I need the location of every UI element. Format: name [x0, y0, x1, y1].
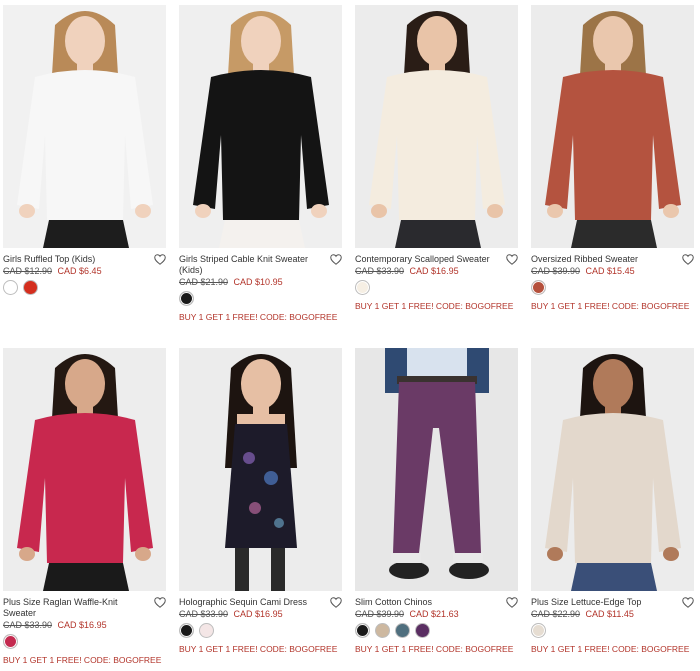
- color-swatches: [531, 623, 694, 638]
- original-price: CAD $39.90: [355, 609, 405, 619]
- heart-icon[interactable]: [506, 254, 518, 265]
- color-swatch[interactable]: [531, 280, 546, 295]
- product-card[interactable]: Plus Size Lettuce-Edge Top CAD $22.90 CA…: [531, 348, 694, 654]
- product-price: CAD $33.90 CAD $16.95: [179, 609, 342, 620]
- color-swatch[interactable]: [3, 280, 18, 295]
- sale-price: CAD $11.45: [585, 609, 634, 619]
- heart-icon[interactable]: [154, 597, 166, 608]
- product-price: CAD $33.90 CAD $16.95: [3, 620, 166, 631]
- promo-text: BUY 1 GET 1 FREE! CODE: BOGOFREE: [531, 644, 690, 654]
- product-image[interactable]: [3, 5, 166, 248]
- color-swatches: [3, 634, 166, 649]
- product-title[interactable]: Girls Striped Cable Knit Sweater (Kids): [179, 254, 326, 276]
- heart-icon[interactable]: [682, 254, 694, 265]
- product-card[interactable]: Girls Ruffled Top (Kids) CAD $12.90 CAD …: [3, 5, 166, 301]
- promo-text: BUY 1 GET 1 FREE! CODE: BOGOFREE: [3, 655, 162, 665]
- sale-price: CAD $6.45: [57, 266, 102, 276]
- product-image[interactable]: [531, 5, 694, 248]
- promo-text: BUY 1 GET 1 FREE! CODE: BOGOFREE: [179, 644, 338, 654]
- sale-price: CAD $16.95: [409, 266, 459, 276]
- color-swatches: [355, 280, 518, 295]
- product-price: CAD $39.90 CAD $15.45: [531, 266, 694, 277]
- heart-icon[interactable]: [506, 597, 518, 608]
- original-price: CAD $33.90: [355, 266, 405, 276]
- color-swatch[interactable]: [179, 291, 194, 306]
- product-image[interactable]: [179, 5, 342, 248]
- color-swatches: [531, 280, 694, 295]
- color-swatch[interactable]: [179, 623, 194, 638]
- color-swatches: [3, 280, 166, 295]
- color-swatch[interactable]: [23, 280, 38, 295]
- promo-text: BUY 1 GET 1 FREE! CODE: BOGOFREE: [355, 644, 514, 654]
- product-title[interactable]: Contemporary Scalloped Sweater: [355, 254, 502, 265]
- color-swatch[interactable]: [355, 280, 370, 295]
- original-price: CAD $39.90: [531, 266, 581, 276]
- color-swatch[interactable]: [355, 623, 370, 638]
- sale-price: CAD $16.95: [57, 620, 107, 630]
- color-swatch[interactable]: [531, 623, 546, 638]
- product-price: CAD $33.90 CAD $16.95: [355, 266, 518, 277]
- sale-price: CAD $15.45: [585, 266, 635, 276]
- sale-price: CAD $16.95: [233, 609, 283, 619]
- color-swatches: [355, 623, 518, 638]
- heart-icon[interactable]: [682, 597, 694, 608]
- promo-text: BUY 1 GET 1 FREE! CODE: BOGOFREE: [355, 301, 514, 311]
- product-title[interactable]: Holographic Sequin Cami Dress: [179, 597, 326, 608]
- product-title[interactable]: Plus Size Lettuce-Edge Top: [531, 597, 678, 608]
- color-swatch[interactable]: [395, 623, 410, 638]
- product-card[interactable]: Girls Striped Cable Knit Sweater (Kids) …: [179, 5, 342, 322]
- original-price: CAD $12.90: [3, 266, 53, 276]
- product-price: CAD $12.90 CAD $6.45: [3, 266, 166, 277]
- product-card[interactable]: Holographic Sequin Cami Dress CAD $33.90…: [179, 348, 342, 654]
- product-title[interactable]: Plus Size Raglan Waffle-Knit Sweater: [3, 597, 150, 619]
- sale-price: CAD $10.95: [233, 277, 283, 287]
- color-swatches: [179, 291, 342, 306]
- original-price: CAD $33.90: [3, 620, 53, 630]
- product-card[interactable]: Contemporary Scalloped Sweater CAD $33.9…: [355, 5, 518, 311]
- product-image[interactable]: [3, 348, 166, 591]
- product-image[interactable]: [355, 5, 518, 248]
- color-swatches: [179, 623, 342, 638]
- heart-icon[interactable]: [330, 597, 342, 608]
- original-price: CAD $33.90: [179, 609, 229, 619]
- product-title[interactable]: Oversized Ribbed Sweater: [531, 254, 678, 265]
- heart-icon[interactable]: [154, 254, 166, 265]
- original-price: CAD $21.90: [179, 277, 229, 287]
- product-price: CAD $39.90 CAD $21.63: [355, 609, 518, 620]
- product-image[interactable]: [355, 348, 518, 591]
- product-image[interactable]: [179, 348, 342, 591]
- color-swatch[interactable]: [3, 634, 18, 649]
- color-swatch[interactable]: [375, 623, 390, 638]
- promo-text: BUY 1 GET 1 FREE! CODE: BOGOFREE: [179, 312, 338, 322]
- color-swatch[interactable]: [199, 623, 214, 638]
- product-title[interactable]: Slim Cotton Chinos: [355, 597, 502, 608]
- color-swatch[interactable]: [415, 623, 430, 638]
- product-grid: Girls Ruffled Top (Kids) CAD $12.90 CAD …: [0, 0, 700, 671]
- product-image[interactable]: [531, 348, 694, 591]
- product-price: CAD $21.90 CAD $10.95: [179, 277, 342, 288]
- promo-text: BUY 1 GET 1 FREE! CODE: BOGOFREE: [531, 301, 690, 311]
- product-card[interactable]: Plus Size Raglan Waffle-Knit Sweater CAD…: [3, 348, 166, 665]
- sale-price: CAD $21.63: [409, 609, 459, 619]
- product-card[interactable]: Oversized Ribbed Sweater CAD $39.90 CAD …: [531, 5, 694, 311]
- product-card[interactable]: Slim Cotton Chinos CAD $39.90 CAD $21.63…: [355, 348, 518, 654]
- original-price: CAD $22.90: [531, 609, 581, 619]
- product-price: CAD $22.90 CAD $11.45: [531, 609, 694, 620]
- product-title[interactable]: Girls Ruffled Top (Kids): [3, 254, 150, 265]
- heart-icon[interactable]: [330, 254, 342, 265]
